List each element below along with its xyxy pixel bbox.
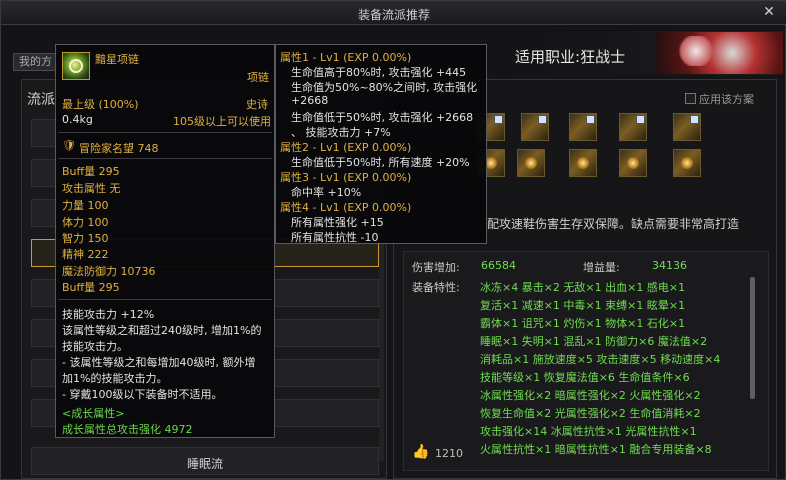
equipment-slot-icon[interactable] — [619, 149, 647, 177]
necklace-icon — [62, 52, 90, 80]
trait-line: 霸体×1 诅咒×1 灼伤×1 物体×1 石化×1 — [480, 317, 686, 330]
property-header: 属性3 - Lv1 (EXP 0.00%) — [280, 171, 412, 184]
property-line: 、 技能攻击力 +7% — [291, 126, 391, 139]
item-grade: 最上级 (100%) — [62, 98, 139, 111]
equipment-slot-icon[interactable] — [619, 113, 647, 141]
upgrade-badge-icon — [690, 115, 699, 124]
property-header: 属性2 - Lv1 (EXP 0.00%) — [280, 141, 412, 154]
item-name: 黯星项链 — [95, 53, 139, 66]
trait-line: 攻击强化×14 冰属性抗性×1 光属性抗性×1 — [480, 425, 697, 438]
item-stat: 魔法防御力 10736 — [62, 265, 156, 278]
tooltip-divider — [58, 158, 272, 159]
tooltip-divider — [58, 299, 272, 300]
shield-icon: 🛡 — [62, 139, 76, 152]
equipment-slot-icon[interactable] — [569, 113, 597, 141]
checkbox-icon[interactable] — [685, 93, 696, 104]
tooltip-divider — [58, 132, 272, 133]
item-level-req: 105级以上可以使用 — [173, 115, 271, 128]
item-effect-line: 技能攻击力。 — [62, 340, 128, 353]
traits-label: 装备特性: — [412, 281, 460, 294]
trait-line: 睡眠×1 失明×1 混乱×1 防御力×6 魔法值×2 — [480, 335, 708, 348]
item-effect-line: - 穿戴100级以下装备时不适用。 — [62, 388, 223, 401]
list-item[interactable]: 睡眠流 — [31, 447, 379, 475]
close-icon[interactable]: ✕ — [761, 4, 777, 20]
item-stat: 智力 150 — [62, 232, 109, 245]
trait-line: 冰冻×4 暴击×2 无敌×1 出血×1 感电×1 — [480, 281, 686, 294]
item-rarity: 史诗 — [246, 98, 268, 111]
damage-label: 伤害增加: — [412, 261, 460, 274]
item-stat: 体力 100 — [62, 216, 109, 229]
necklace-ring — [69, 59, 83, 73]
apply-build-checkbox[interactable]: 应用该方案 — [685, 91, 754, 107]
item-stat: Buff量 295 — [62, 165, 120, 178]
property-line: 生命值低于50%时, 攻击强化 +2668 — [291, 111, 474, 124]
property-header: 属性4 - Lv1 (EXP 0.00%) — [280, 201, 412, 214]
character-portrait — [656, 32, 783, 74]
property-line: 生命值为50%~80%之间时, 攻击强化 — [291, 81, 478, 94]
item-effect-line: 技能攻击力 +12% — [62, 308, 155, 321]
property-line: 所有属性抗性 -10 — [291, 231, 379, 244]
item-reputation: 冒险家名望 748 — [79, 142, 159, 155]
upgrade-badge-icon — [586, 115, 595, 124]
equipment-slot-icon[interactable] — [517, 149, 545, 177]
list-item-label: 睡眠流 — [186, 457, 223, 471]
item-slot: 项链 — [247, 71, 269, 84]
tab-my-builds[interactable]: 我的方 — [13, 53, 57, 71]
upgrade-badge-icon — [538, 115, 547, 124]
property-line: 所有属性强化 +15 — [291, 216, 384, 229]
item-stat: Buff量 295 — [62, 281, 120, 294]
job-label: 适用职业: — [515, 48, 581, 66]
equipment-slot-icon[interactable] — [673, 149, 701, 177]
job-info: 适用职业:狂战士 — [515, 46, 625, 67]
property-line: 命中率 +10% — [291, 186, 362, 199]
item-stat: 攻击属性 无 — [62, 182, 121, 195]
trait-line: 消耗品×1 施放速度×5 攻击速度×5 移动速度×4 — [480, 353, 721, 366]
growth-total: 成长属性总攻击强化 4972 — [62, 423, 193, 436]
apply-build-label: 应用该方案 — [699, 93, 754, 106]
property-line: 生命值高于80%时, 攻击强化 +445 — [291, 66, 467, 79]
damage-increase: 伤害增加: — [412, 259, 460, 275]
equipment-slot-icon[interactable] — [569, 149, 597, 177]
trait-line: 技能等级×1 恢复魔法值×6 生命值条件×6 — [480, 371, 690, 384]
upgrade-badge-icon — [636, 115, 645, 124]
build-description: 配攻速鞋伤害生存双保障。缺点需要非常高打造 — [487, 217, 740, 231]
trait-line: 恢复生命值×2 光属性强化×2 生命值消耗×2 — [480, 407, 701, 420]
gem-icon — [577, 157, 589, 169]
property-header: 属性1 - Lv1 (EXP 0.00%) — [280, 51, 412, 64]
window-title: 装备流派推荐 — [357, 8, 430, 22]
equipment-build-window: 装备流派推荐 ✕ 我的方 适用职业:狂战士 流派 睡眠流 应用该方案 配攻速鞋伤… — [0, 0, 786, 480]
trait-line: 冰属性强化×2 暗属性强化×2 火属性强化×2 — [480, 389, 701, 402]
property-line: +2668 — [291, 94, 329, 107]
item-weight: 0.4kg — [62, 113, 93, 126]
growth-title: <成长属性> — [62, 407, 125, 420]
job-value: 狂战士 — [580, 48, 626, 66]
trait-line: 火属性抗性×1 暗属性抗性×1 融合专用装备×8 — [480, 443, 712, 456]
gain-label: 增益量: — [583, 261, 620, 274]
item-effect-line: 该属性等级之和超过240级时, 增加1%的 — [62, 324, 262, 337]
property-line: 生命值低于50%时, 所有速度 +20% — [291, 156, 470, 169]
item-effect-line: 加1%的技能攻击力。 — [62, 372, 168, 385]
damage-value: 66584 — [481, 259, 516, 272]
equipment-slot-icon[interactable] — [673, 113, 701, 141]
item-stat: 力量 100 — [62, 199, 109, 212]
equipment-slot-icon[interactable] — [521, 113, 549, 141]
gem-icon — [525, 157, 537, 169]
like-count: 1210 — [435, 447, 463, 460]
gain-value: 34136 — [652, 259, 687, 272]
upgrade-badge-icon — [494, 115, 503, 124]
item-effect-line: - 该属性等级之和每增加40级时, 额外增 — [62, 356, 256, 369]
title-bar: 装备流派推荐 ✕ — [1, 1, 786, 25]
trait-line: 复活×1 减速×1 中毒×1 束缚×1 眩晕×1 — [480, 299, 686, 312]
gem-icon — [681, 157, 693, 169]
build-list-heading: 流派 — [27, 92, 55, 108]
item-stat: 精神 222 — [62, 248, 109, 261]
traits-scrollbar[interactable] — [750, 277, 755, 399]
thumbs-up-icon[interactable]: 👍 — [412, 444, 429, 460]
gem-icon — [627, 157, 639, 169]
